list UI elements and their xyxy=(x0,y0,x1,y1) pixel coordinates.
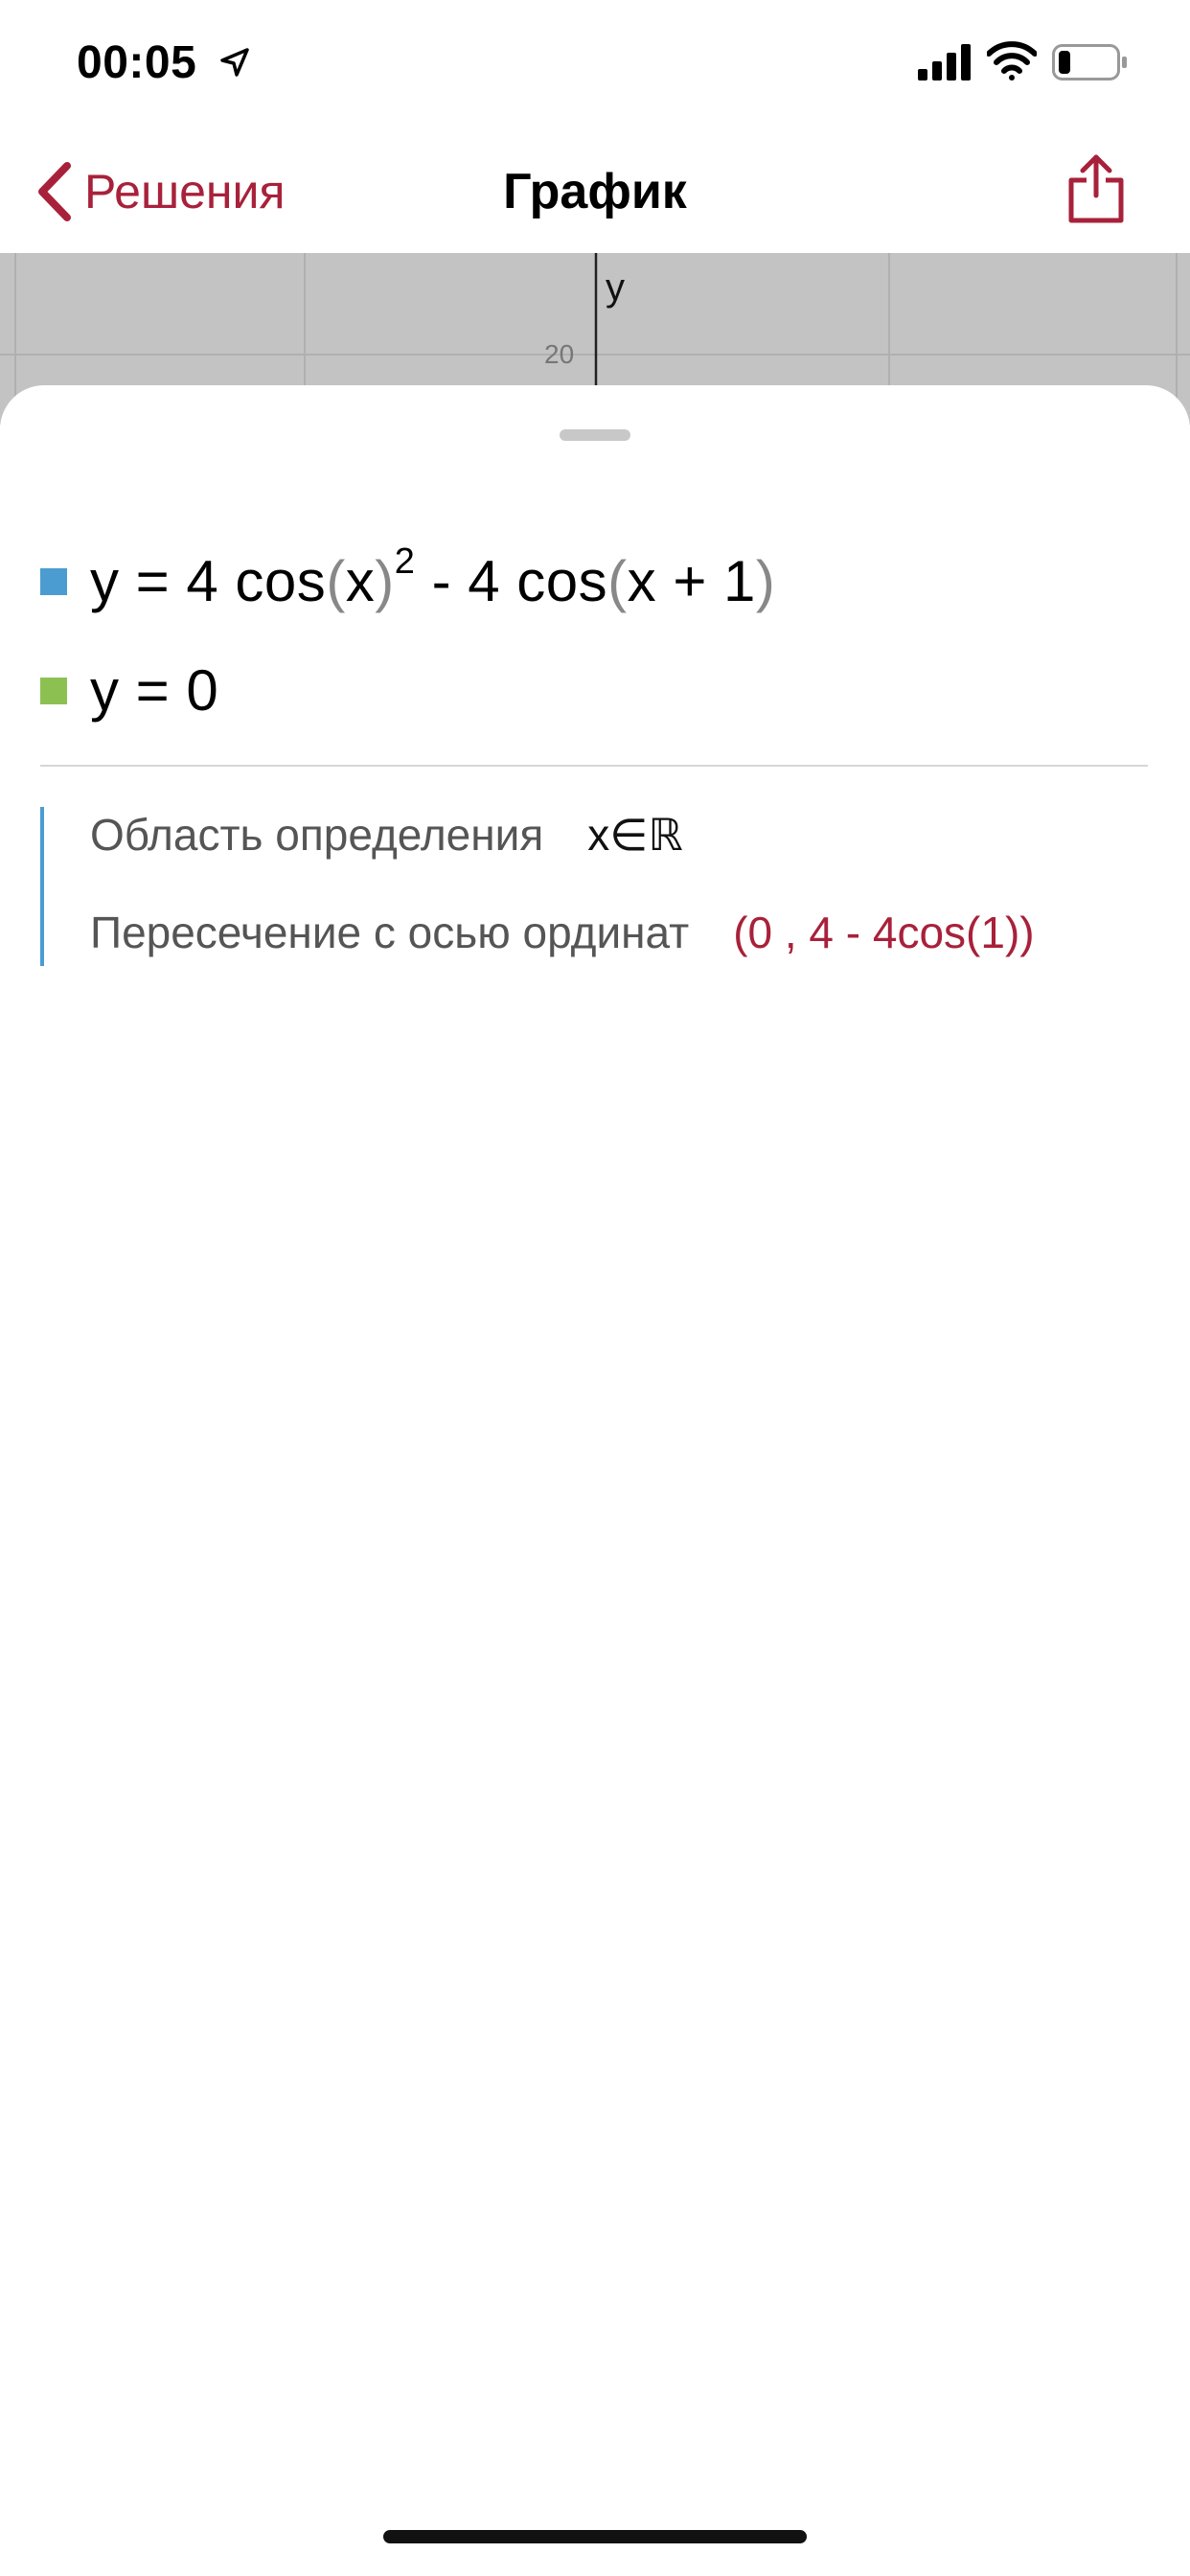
navigation-bar: Решения График xyxy=(0,126,1190,253)
equation-row-1[interactable]: y = 4 cos(x)2 - 4 cos(x + 1) xyxy=(40,541,776,614)
equation-text: y = 4 cos(x)2 - 4 cos(x + 1) xyxy=(90,541,776,614)
status-time: 00:05 xyxy=(77,37,197,88)
y-tick-label: 20 xyxy=(544,339,575,369)
wifi-icon xyxy=(987,41,1037,80)
eq-paren: ( xyxy=(607,549,628,613)
y-axis-label: y xyxy=(606,266,625,309)
home-indicator[interactable] xyxy=(383,2530,807,2543)
function-properties: Область определения x∈ℝ Пересечение с ос… xyxy=(40,807,1152,966)
page-title: График xyxy=(503,164,687,219)
eq-arg: x + 1 xyxy=(627,549,756,613)
property-domain: Область определения x∈ℝ xyxy=(90,809,683,861)
property-y-intercept: Пересечение с осью ординат (0 , 4 - 4cos… xyxy=(90,907,1035,958)
series-color-swatch xyxy=(40,567,67,595)
divider xyxy=(40,765,1148,767)
property-value: x∈ℝ xyxy=(587,810,683,860)
property-label: Область определения xyxy=(90,810,544,860)
eq-lhs: y xyxy=(90,549,120,613)
cellular-signal-icon xyxy=(918,44,971,80)
battery-icon xyxy=(1052,44,1127,80)
eq-paren: ) xyxy=(375,549,395,613)
eq-exponent: 2 xyxy=(394,541,416,582)
equation-text: y = 0 xyxy=(90,658,219,723)
location-arrow-icon xyxy=(220,48,249,77)
series-color-swatch xyxy=(40,677,67,704)
share-icon[interactable] xyxy=(1065,151,1127,224)
eq-paren: ( xyxy=(326,549,346,613)
sheet-grabber[interactable] xyxy=(560,429,630,441)
eq-term-b: 4 cos xyxy=(468,549,608,613)
property-label: Пересечение с осью ординат xyxy=(90,908,690,957)
status-bar: 00:05 xyxy=(0,0,1190,126)
bottom-sheet: y = 4 cos(x)2 - 4 cos(x + 1) y = 0 Облас… xyxy=(0,385,1190,2576)
property-value: (0 , 4 - 4cos(1)) xyxy=(733,908,1035,957)
equation-row-2[interactable]: y = 0 xyxy=(40,657,218,724)
eq-sign: = xyxy=(135,549,171,613)
eq-arg: x xyxy=(345,549,376,613)
eq-term-a: 4 cos xyxy=(186,549,327,613)
eq-paren: ) xyxy=(755,549,776,613)
eq-operator: - xyxy=(431,549,452,613)
